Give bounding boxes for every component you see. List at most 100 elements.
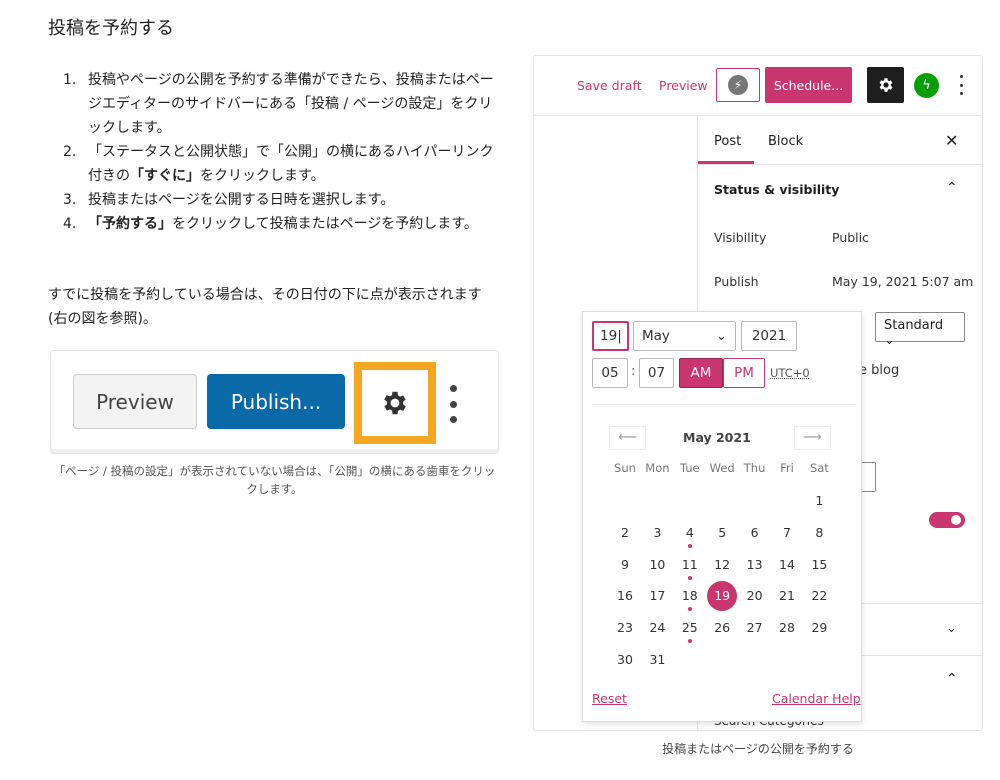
toolbar-figure: Preview Publish... [50, 350, 499, 454]
calendar-day[interactable]: 29 [803, 613, 835, 643]
calendar-day[interactable]: 21 [771, 581, 803, 611]
more-menu-icon[interactable] [960, 75, 964, 95]
day-number: 8 [815, 524, 824, 540]
post-format-select[interactable]: Standard ⌄ [875, 312, 965, 348]
date-time-picker: 19 | May ⌄ 2021 05 : 07 AM PM UTC+0 ⟵ May … [582, 311, 862, 722]
minutes-input[interactable]: 07 [639, 358, 674, 388]
calendar-day[interactable]: 31 [641, 645, 673, 675]
chevron-up-icon[interactable]: ⌃ [946, 671, 958, 687]
calendar-day[interactable]: 5 [706, 518, 738, 548]
calendar-day[interactable]: 9 [609, 550, 641, 580]
calendar-day[interactable]: 26 [706, 613, 738, 643]
calendar-day[interactable]: 10 [641, 550, 673, 580]
calendar-day[interactable]: 12 [706, 550, 738, 580]
day-number: 27 [746, 620, 763, 636]
calendar-day[interactable]: 4 [674, 518, 706, 548]
chevron-up-icon[interactable]: ⌃ [946, 180, 958, 196]
calendar-day[interactable]: 20 [739, 581, 771, 611]
step-1: 1. 投稿やページの公開を予約する準備ができたら、投稿またはページエディターのサイ… [63, 72, 494, 136]
publish-date-link[interactable]: May 19, 2021 5:07 am [832, 274, 973, 289]
weekday-header: Thu [743, 461, 766, 475]
calendar-day[interactable]: 27 [739, 613, 771, 643]
day-number: 30 [617, 652, 633, 667]
day-number: 5 [718, 524, 727, 540]
settings-button[interactable] [867, 67, 904, 103]
weekday-header: Mon [645, 461, 670, 475]
weekday-header: Wed [709, 461, 735, 475]
calendar-help-link[interactable]: Calendar Help [772, 691, 861, 706]
calendar-day[interactable]: 22 [803, 581, 835, 611]
year-input[interactable]: 2021 [741, 321, 797, 351]
calendar-day[interactable]: 6 [739, 518, 771, 548]
jetpack-icon[interactable]: ϟ [914, 73, 939, 98]
calendar-day[interactable]: 11 [674, 550, 706, 580]
calendar-day[interactable]: 13 [739, 550, 771, 580]
am-button[interactable]: AM [679, 358, 723, 388]
hours-input[interactable]: 05 [592, 358, 628, 388]
note-paragraph: すでに投稿を予約している場合は、その日付の下に点が表示されます (右の図を参照)… [48, 287, 482, 327]
day-number: 25 [681, 620, 698, 636]
day-number: 17 [649, 588, 666, 604]
editor-toolbar: Save draft Preview ⚡ Schedule... ϟ [534, 56, 982, 116]
calendar-day[interactable]: 2 [609, 518, 641, 548]
day-input[interactable]: 19 | [592, 321, 629, 351]
calendar-day[interactable]: 17 [641, 581, 673, 611]
calendar-day[interactable]: 16 [609, 581, 641, 611]
step-3: 3. 投稿またはページを公開する日時を選択します。 [63, 192, 395, 208]
day-number: 2 [621, 524, 629, 540]
reset-link[interactable]: Reset [592, 691, 627, 706]
calendar-day[interactable]: 15 [803, 550, 835, 580]
tab-block[interactable]: Block [768, 134, 803, 149]
day-number: 13 [746, 556, 763, 572]
prev-month-button[interactable]: ⟵ [609, 426, 646, 450]
calendar-day[interactable]: 18 [674, 581, 706, 612]
status-visibility-header[interactable]: Status & visibility [714, 182, 839, 197]
preview-button: Preview [73, 374, 197, 429]
calendar-day[interactable]: 8 [803, 518, 835, 548]
calendar-day[interactable]: 1 [803, 486, 835, 516]
divider [592, 404, 855, 405]
calendar-month-title: May 2021 [683, 430, 751, 445]
timezone-label[interactable]: UTC+0 [770, 366, 810, 380]
publish-button: Publish... [207, 374, 345, 429]
day-number: 23 [617, 620, 633, 636]
calendar-day[interactable]: 28 [771, 613, 803, 643]
step-4: 4. 「予約する」をクリックして投稿またはページを予約します。 [63, 216, 478, 232]
day-number: 9 [621, 556, 629, 572]
calendar-day[interactable]: 30 [609, 645, 641, 675]
figure-caption: 「ページ / 投稿の設定」が表示されていない場合は、「公開」の横にある歯車をクリ… [53, 464, 496, 496]
scheduled-post-dot [687, 543, 692, 548]
day-number: 29 [811, 620, 828, 636]
weekday-header: Fri [780, 461, 794, 475]
close-icon[interactable]: ✕ [945, 131, 958, 150]
weekday-header: Tue [679, 461, 700, 475]
calendar-day[interactable]: 3 [641, 518, 673, 548]
day-number: 14 [779, 556, 795, 572]
lightning-icon: ⚡ [728, 75, 748, 95]
chevron-down-icon[interactable]: ⌄ [946, 621, 957, 636]
day-number: 31 [649, 652, 666, 667]
calendar-day[interactable]: 25 [674, 613, 706, 644]
calendar-day[interactable]: 23 [609, 613, 641, 643]
next-month-button[interactable]: ⟶ [794, 426, 831, 450]
publish-label: Publish [714, 274, 759, 289]
screenshot-caption: 投稿またはページの公開を予約する [662, 742, 854, 756]
step-2: 2. 「ステータスと公開状態」で「公開」の横にあるハイパーリンク付きの「すぐに」を… [63, 144, 494, 184]
schedule-button[interactable]: Schedule... [765, 67, 852, 103]
calendar-day[interactable]: 14 [771, 550, 803, 580]
pm-button[interactable]: PM [723, 358, 765, 388]
day-number: 10 [649, 556, 666, 572]
day-number: 26 [714, 620, 731, 636]
preview-link[interactable]: Preview [659, 78, 708, 93]
calendar-day[interactable]: 7 [771, 518, 803, 548]
visibility-value[interactable]: Public [832, 230, 869, 245]
save-draft-button[interactable]: Save draft [577, 78, 641, 93]
month-select[interactable]: May ⌄ [633, 321, 736, 351]
tab-post[interactable]: Post [714, 134, 741, 149]
calendar-day-selected[interactable]: 19 [706, 581, 738, 612]
settings-highlight [354, 362, 436, 444]
visibility-label: Visibility [714, 230, 767, 245]
toggle-switch[interactable] [929, 512, 965, 528]
jetpack-boost-button[interactable]: ⚡ [716, 68, 760, 102]
calendar-day[interactable]: 24 [641, 613, 673, 643]
